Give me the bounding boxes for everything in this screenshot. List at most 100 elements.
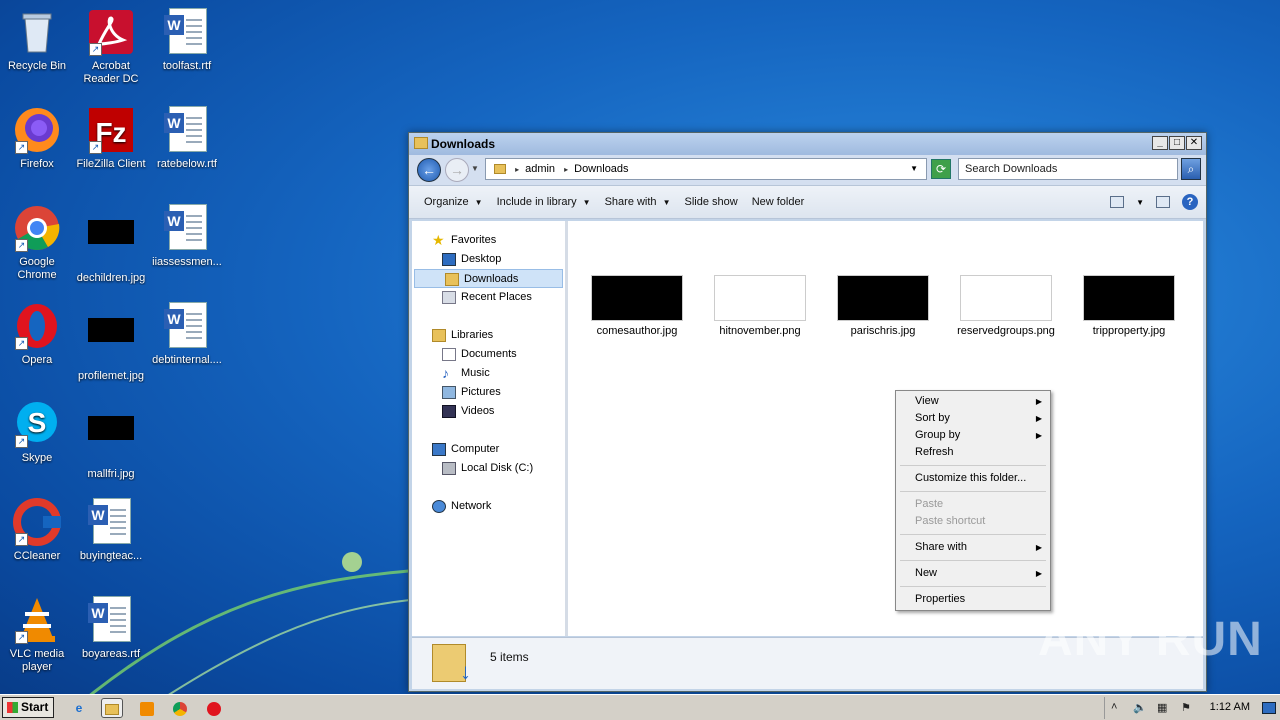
show-hidden-icons-icon[interactable]: ˄ (1111, 701, 1117, 713)
file-item[interactable]: tripproperty.jpg (1079, 275, 1179, 338)
nav-desktop[interactable]: Desktop (412, 250, 565, 269)
nav-computer[interactable]: Computer (412, 440, 565, 459)
desktop-icon-chrome[interactable]: ↗ Google Chrome (0, 204, 74, 282)
recent-pages-dropdown-icon[interactable]: ▼ (471, 164, 479, 173)
breadcrumb-admin[interactable]: admin (525, 163, 555, 175)
music-icon: ♪ (442, 365, 449, 381)
menu-item-sort-by[interactable]: Sort by ▶ (898, 410, 1048, 427)
slide-show-button[interactable]: Slide show (677, 196, 744, 208)
preview-pane-icon[interactable] (1156, 196, 1170, 208)
desktop-icon-profilemet[interactable]: profilemet.jpg (74, 302, 148, 383)
desktop-icon-boyareas[interactable]: W boyareas.rtf (74, 596, 148, 661)
share-with-menu[interactable]: Share with ▼ (598, 196, 678, 208)
refresh-button[interactable]: ⟳ (931, 159, 951, 179)
window-titlebar[interactable]: Downloads _ □ ✕ (409, 133, 1206, 155)
image-thumbnail (837, 275, 929, 321)
filezilla-icon: Fz ↗ (87, 106, 135, 154)
desktop-icon-ratebelow[interactable]: W ratebelow.rtf (150, 106, 224, 171)
desktop-icon-skype[interactable]: S ↗ Skype (0, 400, 74, 465)
desktop-icon-mallfri[interactable]: mallfri.jpg (74, 400, 148, 481)
chevron-right-icon[interactable]: ▸ (515, 165, 519, 174)
menu-item-share-with[interactable]: Share with ▶ (898, 539, 1048, 556)
nav-network[interactable]: Network (412, 497, 565, 516)
explorer-window[interactable]: Downloads _ □ ✕ ← → ▼ ▸ admin ▸ Downloads … (408, 132, 1207, 692)
menu-item-customize-folder[interactable]: Customize this folder... (898, 470, 1048, 487)
menu-item-properties[interactable]: Properties (898, 591, 1048, 608)
word-doc-icon: W (87, 498, 135, 546)
include-in-library-menu[interactable]: Include in library ▼ (490, 196, 598, 208)
desktop-icon-firefox[interactable]: ↗ Firefox (0, 106, 74, 171)
file-view[interactable]: comesauthor.jpg hitnovember.png parischr… (571, 221, 1203, 636)
submenu-arrow-icon: ▶ (1035, 569, 1042, 578)
opera-icon[interactable] (203, 698, 225, 718)
desktop-icon-ccleaner[interactable]: ↗ CCleaner (0, 498, 74, 563)
desktop-icon-acrobat[interactable]: ↗ Acrobat Reader DC (74, 8, 148, 86)
desktop-icon-iiassessmen[interactable]: W iiassessmen... (150, 204, 224, 269)
taskbar: Start e ˄ 🔈 ▦ ⚑ 1:12 AM (0, 694, 1280, 720)
breadcrumb-downloads[interactable]: Downloads (574, 163, 628, 175)
clock[interactable]: 1:12 AM (1210, 701, 1250, 713)
change-view-icon[interactable] (1110, 196, 1125, 208)
image-thumb-icon (87, 318, 135, 366)
submenu-arrow-icon: ▶ (1035, 431, 1042, 440)
search-input[interactable]: Search Downloads (958, 158, 1178, 180)
address-bar[interactable]: ▸ admin ▸ Downloads ▼ (485, 158, 927, 180)
organize-menu[interactable]: Organize ▼ (417, 196, 490, 208)
menu-item-new[interactable]: New ▶ (898, 565, 1048, 582)
firefox-icon: ↗ (13, 106, 61, 154)
action-center-flag-icon[interactable]: ⚑ (1181, 701, 1191, 714)
nav-documents[interactable]: Documents (412, 345, 565, 364)
word-doc-icon: W (163, 106, 211, 154)
computer-icon (432, 443, 446, 456)
desktop-icon-opera[interactable]: ↗ Opera (0, 302, 74, 367)
help-icon[interactable]: ? (1182, 194, 1198, 210)
close-button[interactable]: ✕ (1186, 136, 1202, 150)
desktop-icon-dechildren[interactable]: dechildren.jpg (74, 204, 148, 285)
chrome-icon[interactable] (169, 698, 191, 718)
desktop-icon-buyingteac[interactable]: W buyingteac... (74, 498, 148, 563)
show-desktop-button[interactable] (1262, 702, 1276, 714)
nav-downloads[interactable]: Downloads (414, 269, 563, 288)
videos-icon (442, 405, 456, 418)
window-title: Downloads (431, 137, 496, 151)
search-icon[interactable]: ⌕ (1181, 158, 1201, 180)
start-button[interactable]: Start (2, 697, 54, 718)
forward-button[interactable]: → (445, 158, 469, 182)
internet-explorer-icon[interactable]: e (68, 698, 90, 718)
file-item[interactable]: comesauthor.jpg (587, 275, 687, 338)
desktop-icon-recycle-bin[interactable]: Recycle Bin (0, 8, 74, 73)
volume-icon[interactable]: 🔈 (1133, 701, 1147, 714)
desktop-icon-vlc[interactable]: ↗ VLC media player (0, 596, 74, 674)
nav-videos[interactable]: Videos (412, 402, 565, 421)
media-player-icon[interactable] (136, 698, 158, 718)
file-item[interactable]: reservedgroups.png (956, 275, 1056, 338)
star-icon: ★ (432, 232, 445, 248)
nav-pictures[interactable]: Pictures (412, 383, 565, 402)
menu-item-view[interactable]: View ▶ (898, 393, 1048, 410)
file-item[interactable]: hitnovember.png (710, 275, 810, 338)
windows-explorer-icon[interactable] (101, 698, 123, 718)
nav-recent-places[interactable]: Recent Places (412, 288, 565, 307)
image-thumbnail (714, 275, 806, 321)
view-dropdown-icon[interactable]: ▼ (1136, 198, 1144, 207)
network-tray-icon[interactable]: ▦ (1157, 701, 1167, 714)
minimize-button[interactable]: _ (1152, 136, 1168, 150)
desktop-icon-debtinternal[interactable]: W debtinternal.... (150, 302, 224, 367)
chevron-right-icon[interactable]: ▸ (564, 165, 568, 174)
hard-drive-icon (442, 462, 456, 475)
new-folder-button[interactable]: New folder (745, 196, 812, 208)
desktop-icon-filezilla[interactable]: Fz ↗ FileZilla Client (74, 106, 148, 171)
back-button[interactable]: ← (417, 158, 441, 182)
maximize-button[interactable]: □ (1169, 136, 1185, 150)
address-dropdown-icon[interactable]: ▼ (910, 159, 918, 179)
desktop-icon-toolfast[interactable]: W toolfast.rtf (150, 8, 224, 73)
nav-libraries[interactable]: Libraries (412, 326, 565, 345)
submenu-arrow-icon: ▶ (1035, 414, 1042, 423)
menu-item-group-by[interactable]: Group by ▶ (898, 427, 1048, 444)
nav-local-disk[interactable]: Local Disk (C:) (412, 459, 565, 478)
nav-favorites[interactable]: ★ Favorites (412, 231, 565, 250)
system-tray: ˄ 🔈 ▦ ⚑ 1:12 AM (1104, 697, 1280, 719)
file-item[interactable]: parischris.jpg (833, 275, 933, 338)
nav-music[interactable]: ♪ Music (412, 364, 565, 383)
menu-item-refresh[interactable]: Refresh (898, 444, 1048, 461)
